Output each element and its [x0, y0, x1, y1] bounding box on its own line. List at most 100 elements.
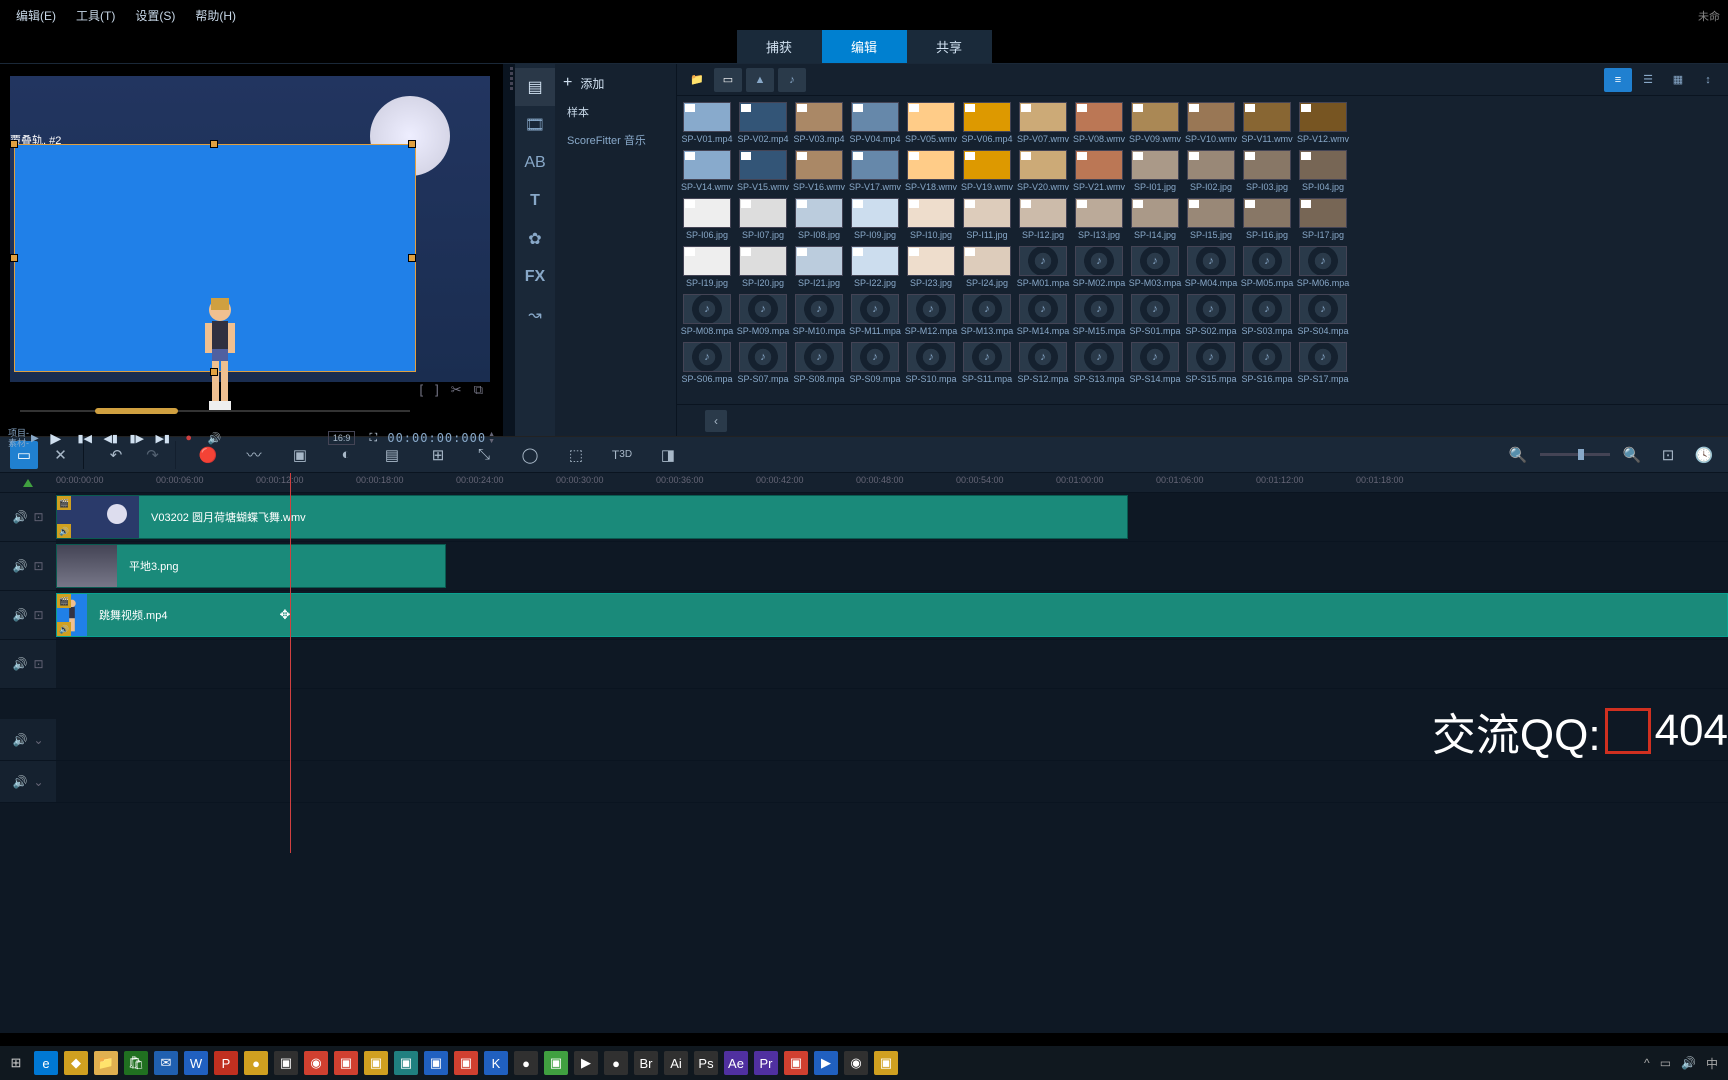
library-item[interactable]: SP-I13.jpg: [1075, 198, 1123, 240]
library-item[interactable]: ♪SP-M14.mpa: [1019, 294, 1067, 336]
lock-icon[interactable]: ⊡: [33, 510, 43, 524]
collapse-icon[interactable]: ‹: [705, 410, 727, 432]
step-fwd-button[interactable]: ▮▶: [125, 426, 149, 450]
task-icon[interactable]: ▣: [544, 1051, 568, 1075]
timecode[interactable]: 00:00:00:000: [387, 431, 486, 445]
task-icon[interactable]: ▣: [874, 1051, 898, 1075]
filter-icon[interactable]: FX: [515, 258, 555, 296]
task-icon[interactable]: ◉: [844, 1051, 868, 1075]
library-item[interactable]: SP-V02.mp4: [739, 102, 787, 144]
library-item[interactable]: SP-I08.jpg: [795, 198, 843, 240]
library-item[interactable]: SP-I04.jpg: [1299, 150, 1347, 192]
start-icon[interactable]: ⊞: [4, 1051, 28, 1075]
edge-icon[interactable]: e: [34, 1051, 58, 1075]
library-item[interactable]: ♪SP-M10.mpa: [795, 294, 843, 336]
library-item[interactable]: SP-V14.wmv: [683, 150, 731, 192]
library-item[interactable]: ♪SP-M11.mpa: [851, 294, 899, 336]
track-gutter[interactable]: 🔊 ⌄: [0, 719, 56, 760]
library-item[interactable]: SP-I11.jpg: [963, 198, 1011, 240]
mute-icon[interactable]: 🔊: [12, 657, 27, 671]
library-item[interactable]: ♪SP-S09.mpa: [851, 342, 899, 384]
path-icon[interactable]: ↝: [515, 296, 555, 334]
library-item[interactable]: ♪SP-S16.mpa: [1243, 342, 1291, 384]
library-item[interactable]: ♪SP-M01.mpa: [1019, 246, 1067, 288]
library-item[interactable]: SP-I09.jpg: [851, 198, 899, 240]
ps-icon[interactable]: Ps: [694, 1051, 718, 1075]
library-item[interactable]: ♪SP-S12.mpa: [1019, 342, 1067, 384]
mark-out-icon[interactable]: ]: [435, 382, 439, 398]
show-audio-icon[interactable]: ♪: [778, 68, 806, 92]
library-item[interactable]: SP-V06.mp4: [963, 102, 1011, 144]
library-item[interactable]: SP-I17.jpg: [1299, 198, 1347, 240]
tab-capture[interactable]: 捕获: [737, 30, 822, 63]
library-item[interactable]: SP-V11.wmv: [1243, 102, 1291, 144]
library-item[interactable]: ♪SP-S07.mpa: [739, 342, 787, 384]
library-item[interactable]: ♪SP-M15.mpa: [1075, 294, 1123, 336]
view-grid-icon[interactable]: ▦: [1664, 68, 1692, 92]
show-photo-icon[interactable]: ▲: [746, 68, 774, 92]
library-item[interactable]: ♪SP-M12.mpa: [907, 294, 955, 336]
task-icon[interactable]: ▣: [424, 1051, 448, 1075]
library-item[interactable]: ♪SP-M13.mpa: [963, 294, 1011, 336]
menu-tools[interactable]: 工具(T): [68, 3, 123, 28]
preview-scrubber[interactable]: [20, 404, 410, 418]
mask-icon[interactable]: ⬚: [562, 441, 590, 469]
word-icon[interactable]: W: [184, 1051, 208, 1075]
record-button[interactable]: ●: [177, 426, 201, 450]
library-item[interactable]: ♪SP-S17.mpa: [1299, 342, 1347, 384]
app-icon[interactable]: ▶: [814, 1051, 838, 1075]
task-icon[interactable]: ◆: [64, 1051, 88, 1075]
sort-icon[interactable]: ↕: [1694, 68, 1722, 92]
library-item[interactable]: ♪SP-M02.mpa: [1075, 246, 1123, 288]
resize-handle[interactable]: [10, 140, 18, 148]
library-item[interactable]: ♪SP-S08.mpa: [795, 342, 843, 384]
ppt-icon[interactable]: P: [214, 1051, 238, 1075]
mark-in-icon[interactable]: [: [420, 382, 424, 398]
pane-drag-handle[interactable]: [507, 64, 515, 436]
media-category-icon[interactable]: ▤: [515, 68, 555, 106]
resize-handle[interactable]: [10, 254, 18, 262]
library-item[interactable]: ♪SP-S11.mpa: [963, 342, 1011, 384]
library-item[interactable]: ♪SP-S01.mpa: [1131, 294, 1179, 336]
system-tray[interactable]: ^ ▭ 🔊 中: [1644, 1055, 1724, 1072]
ai-icon[interactable]: Ai: [664, 1051, 688, 1075]
library-item[interactable]: ♪SP-M09.mpa: [739, 294, 787, 336]
time-remap-icon[interactable]: ◯: [516, 441, 544, 469]
mute-icon[interactable]: 🔊: [12, 608, 27, 622]
resize-handle[interactable]: [408, 140, 416, 148]
br-icon[interactable]: Br: [634, 1051, 658, 1075]
view-detail-icon[interactable]: ☰: [1634, 68, 1662, 92]
transitions-icon[interactable]: AB: [515, 144, 555, 182]
title-icon[interactable]: T: [515, 182, 555, 220]
tree-scorefitter[interactable]: ScoreFitter 音乐: [555, 126, 676, 154]
task-icon[interactable]: ▣: [274, 1051, 298, 1075]
windows-taskbar[interactable]: ⊞ e ◆ 📁 🛍 ✉ W P ● ▣ ◉ ▣ ▣ ▣ ▣ ▣ K ● ▣ ▶ …: [0, 1046, 1728, 1080]
library-item[interactable]: SP-V10.wmv: [1187, 102, 1235, 144]
library-item[interactable]: ♪SP-M03.mpa: [1131, 246, 1179, 288]
library-item[interactable]: ♪SP-S06.mpa: [683, 342, 731, 384]
task-icon[interactable]: ▣: [394, 1051, 418, 1075]
task-icon[interactable]: ▣: [784, 1051, 808, 1075]
track-gutter[interactable]: 🔊 ⊡: [0, 591, 56, 639]
volume-button[interactable]: 🔊: [203, 426, 227, 450]
ae-icon[interactable]: Ae: [724, 1051, 748, 1075]
menu-edit[interactable]: 编辑(E): [8, 3, 64, 28]
library-item[interactable]: SP-I21.jpg: [795, 246, 843, 288]
library-item[interactable]: ♪SP-S14.mpa: [1131, 342, 1179, 384]
library-item[interactable]: ♪SP-S03.mpa: [1243, 294, 1291, 336]
aspect-ratio[interactable]: 16:9: [328, 431, 356, 445]
menu-help[interactable]: 帮助(H): [187, 3, 244, 28]
ruler-marker-icon[interactable]: [23, 479, 33, 487]
mute-icon[interactable]: 🔊: [12, 559, 27, 573]
mute-icon[interactable]: 🔊: [12, 510, 27, 524]
clip-overlay-2[interactable]: 🎬 🔊 跳舞视频.mp4 ✥: [56, 593, 1728, 637]
3d-title-icon[interactable]: T3D: [608, 441, 636, 469]
redo-icon[interactable]: ↷: [148, 441, 176, 469]
tree-sample[interactable]: 样本: [555, 98, 676, 126]
library-item[interactable]: SP-V15.wmv: [739, 150, 787, 192]
track-gutter[interactable]: 🔊 ⌄: [0, 761, 56, 802]
library-item[interactable]: SP-I07.jpg: [739, 198, 787, 240]
library-item[interactable]: ♪SP-M06.mpa: [1299, 246, 1347, 288]
library-item[interactable]: SP-I12.jpg: [1019, 198, 1067, 240]
snapshot-icon[interactable]: ⧉: [474, 382, 483, 398]
